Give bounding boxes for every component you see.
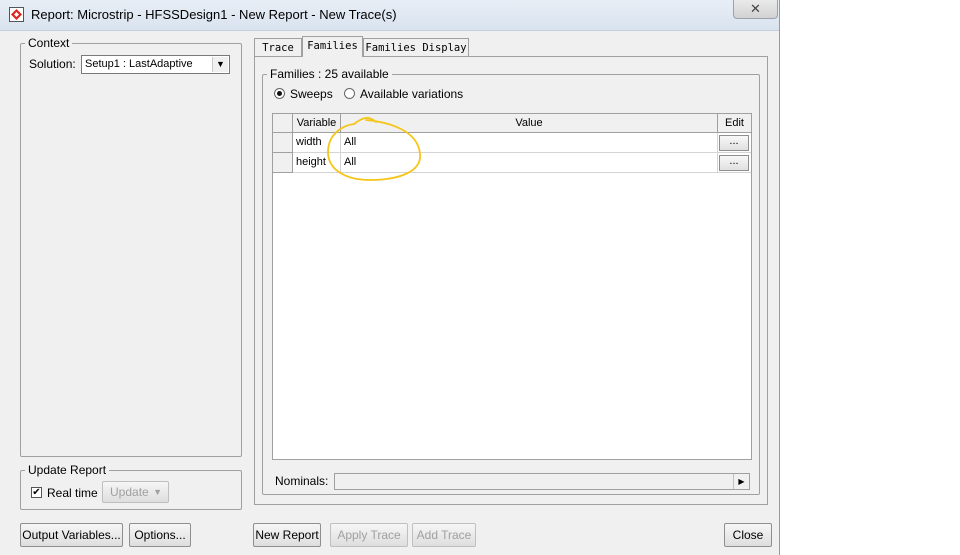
edit-ellipsis-button[interactable]: ... [719,155,749,171]
nominals-scrollbar[interactable]: ▶ [334,473,750,490]
available-variations-radio[interactable] [344,88,355,99]
add-trace-button[interactable]: Add Trace [412,523,476,547]
realtime-label: Real time [47,486,98,500]
sweeps-radio[interactable] [274,88,285,99]
new-report-button[interactable]: New Report [253,523,321,547]
column-header-edit[interactable]: Edit [718,114,751,133]
title-bar: Report: Microstrip - HFSSDesign1 - New R… [0,0,779,31]
report-dialog: Report: Microstrip - HFSSDesign1 - New R… [0,0,780,555]
realtime-checkbox[interactable]: ✔ [31,487,42,498]
dropdown-arrow-icon: ▼ [153,487,162,497]
close-icon: ✕ [750,1,761,16]
tab-trace[interactable]: Trace [254,38,302,57]
scroll-right-arrow-icon[interactable]: ▶ [733,474,749,489]
row-header[interactable] [273,153,293,173]
families-legend: Families : 25 available [270,67,389,81]
nominals-label: Nominals: [275,474,329,488]
tab-families-display[interactable]: Families Display [363,38,469,57]
checkmark-icon: ✔ [32,487,41,498]
context-group: Context [20,36,242,457]
update-button-label: Update [110,485,149,499]
sweeps-radio-label: Sweeps [290,87,333,101]
solution-dropdown[interactable]: Setup1 : LastAdaptive ▼ [81,55,230,74]
update-button[interactable]: Update ▼ [102,481,169,503]
update-report-legend: Update Report [28,463,107,477]
context-legend: Context [28,36,70,50]
window-title: Report: Microstrip - HFSSDesign1 - New R… [31,7,397,22]
close-button[interactable]: Close [724,523,772,547]
row-header[interactable] [273,133,293,153]
apply-trace-button[interactable]: Apply Trace [330,523,408,547]
tab-families[interactable]: Families [302,36,363,57]
solution-label: Solution: [29,57,76,71]
window-close-button[interactable]: ✕ [733,0,778,19]
edit-ellipsis-button[interactable]: ... [719,135,749,151]
output-variables-button[interactable]: Output Variables... [20,523,123,547]
table-corner-header [273,114,293,133]
available-variations-label: Available variations [360,87,464,101]
highlight-circle-annotation [327,117,421,181]
chevron-down-icon[interactable]: ▼ [212,57,228,72]
hfss-app-icon [9,7,24,22]
options-button[interactable]: Options... [129,523,191,547]
solution-value: Setup1 : LastAdaptive [85,58,193,70]
